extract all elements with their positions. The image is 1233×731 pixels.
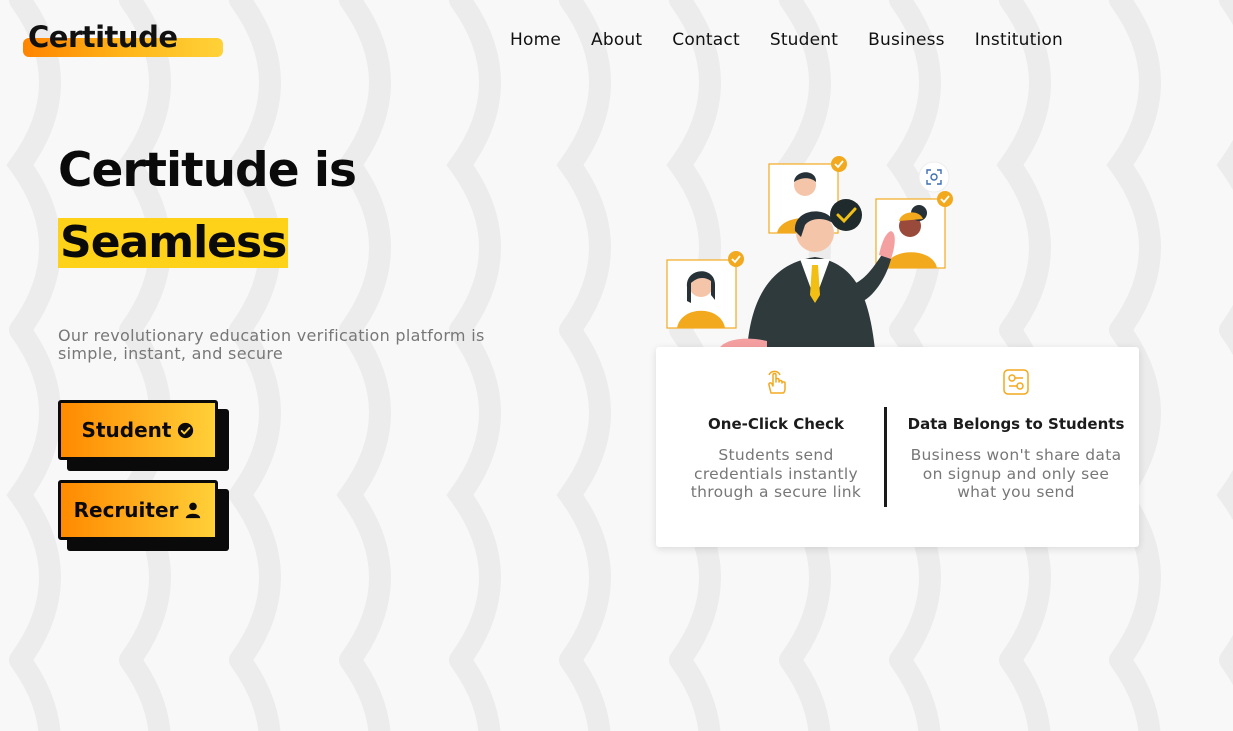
main-nav: Home About Contact Student Business Inst… <box>510 30 1093 50</box>
features-card: One-Click Check Students send credential… <box>656 347 1139 547</box>
student-button-face[interactable]: Student <box>58 400 218 460</box>
recruiter-button[interactable]: Recruiter <box>58 480 230 552</box>
nav-item-institution[interactable]: Institution <box>975 30 1063 50</box>
verification-illustration <box>666 156 953 351</box>
settings-toggle-icon <box>1003 369 1029 395</box>
recruiter-button-face[interactable]: Recruiter <box>58 480 218 540</box>
feature-description: Business won't share data on signup and … <box>910 446 1122 501</box>
tap-hand-icon <box>768 370 786 394</box>
feature-title: One-Click Check <box>708 415 844 433</box>
nav-item-about[interactable]: About <box>591 30 642 50</box>
brand-logo[interactable]: Certitude <box>23 20 223 60</box>
user-icon <box>186 502 201 519</box>
checkmark-badge-icon <box>728 251 744 267</box>
nav-item-contact[interactable]: Contact <box>672 30 740 50</box>
nav-item-student[interactable]: Student <box>770 30 838 50</box>
hero-subtitle: Our revolutionary education verification… <box>58 326 485 363</box>
logo-text: Certitude <box>28 20 178 54</box>
feature-one-click-check: One-Click Check Students send credential… <box>656 347 896 547</box>
feature-description: Students send credentials instantly thro… <box>690 446 862 501</box>
hero-title: Certitude is <box>58 143 357 198</box>
nav-item-business[interactable]: Business <box>868 30 945 50</box>
nav-item-home[interactable]: Home <box>510 30 561 50</box>
feature-data-belongs: Data Belongs to Students Business won't … <box>896 347 1136 547</box>
check-circle-icon <box>178 422 194 438</box>
feature-title: Data Belongs to Students <box>907 415 1125 433</box>
student-button[interactable]: Student <box>58 400 230 472</box>
student-button-label: Student <box>81 418 172 442</box>
feature-divider <box>884 407 887 507</box>
recruiter-button-label: Recruiter <box>73 498 179 522</box>
hero-highlight: Seamless <box>58 217 289 268</box>
